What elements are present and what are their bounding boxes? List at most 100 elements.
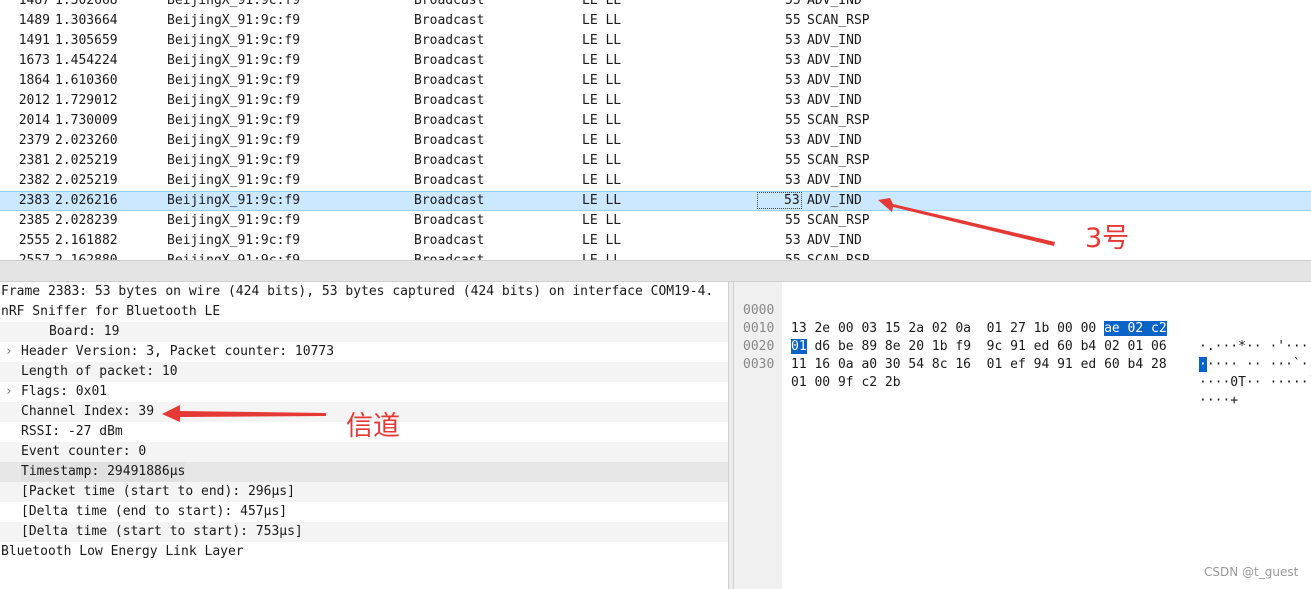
tree-item-frame[interactable]: Frame 2383: 53 bytes on wire (424 bits),… <box>0 282 728 302</box>
tree-item-header-version[interactable]: › Header Version: 3, Packet counter: 1077… <box>0 342 728 362</box>
packet-number: 2379 <box>18 133 50 148</box>
packet-protocol: LE LL <box>582 133 622 148</box>
packet-time: 2.023260 <box>55 133 118 148</box>
packet-time: 1.730009 <box>55 113 118 128</box>
packet-info: SCAN_RSP <box>807 153 870 168</box>
tree-item-label: Timestamp: 29491886µs <box>21 462 186 482</box>
hex-row[interactable]: 0030 01 00 9f c2 2b ····+ <box>734 338 1238 408</box>
packet-time: 2.026216 <box>55 193 118 208</box>
packet-length: 55 <box>785 113 801 128</box>
tree-item-packet-time[interactable]: [Packet time (start to end): 296µs] <box>0 482 728 502</box>
chevron-right-icon[interactable]: › <box>3 382 15 402</box>
hex-bytes[interactable]: 01 d6 be 89 8e 20 1b f9 9c 91 ed 60 b4 0… <box>791 338 1167 356</box>
hex-ascii[interactable]: ····+ <box>1199 392 1238 410</box>
packet-destination: Broadcast <box>414 251 484 260</box>
packet-destination: Broadcast <box>414 73 485 88</box>
tree-item-board[interactable]: Board: 19 <box>0 322 728 342</box>
packet-time: 1.610360 <box>55 73 118 88</box>
hex-ascii[interactable]: ····· ·· ···`···· <box>1199 356 1311 374</box>
packet-protocol: LE LL <box>582 33 622 48</box>
packet-row[interactable]: 2381 2.025219 BeijingX_91:9c:f9 Broadcast LE… <box>0 151 1311 171</box>
packet-length: 53 <box>785 73 801 88</box>
packet-destination: Broadcast <box>414 233 485 248</box>
packet-length: 53 <box>785 133 801 148</box>
packet-length: 55 <box>785 251 801 260</box>
hex-bytes[interactable]: 13 2e 00 03 15 2a 02 0a 01 27 1b 00 00 a… <box>791 320 1167 338</box>
tree-item-event-counter[interactable]: Event counter: 0 <box>0 442 728 462</box>
packet-destination: Broadcast <box>414 153 485 168</box>
packet-source: BeijingX_91:9c:f9 <box>167 113 301 128</box>
hex-bytes[interactable]: 01 00 9f c2 2b <box>791 374 901 392</box>
packet-destination: Broadcast <box>414 93 485 108</box>
tree-item-timestamp[interactable]: Timestamp: 29491886µs <box>0 462 728 482</box>
packet-length: 53 <box>785 93 801 108</box>
packet-length: 55 <box>785 13 801 28</box>
hex-bytes-selected: ae 02 c2 <box>1104 321 1167 336</box>
packet-protocol: LE LL <box>582 53 622 68</box>
chevron-right-icon[interactable]: › <box>3 342 15 362</box>
hex-bytes-text: d6 be 89 8e 20 1b f9 9c 91 ed 60 b4 02 0… <box>806 339 1167 354</box>
tree-item-label: Header Version: 3, Packet counter: 10773 <box>21 344 335 359</box>
hex-dump-pane[interactable]: 0000 13 2e 00 03 15 2a 02 0a 01 27 1b 00… <box>734 282 1311 589</box>
packet-number: 1864 <box>18 73 50 88</box>
packet-row-selected[interactable]: 2383 2.026216 BeijingX_91:9c:f9 Broadcast LE… <box>0 191 1311 211</box>
hex-ascii[interactable]: ·.···*·· ·'··· <box>1199 338 1309 356</box>
hex-row[interactable]: 0010 01 d6 be 89 8e 20 1b f9 9c 91 ed 60… <box>734 302 1311 372</box>
focus-outline: 53 <box>757 192 802 209</box>
packet-protocol: LE LL <box>582 93 622 108</box>
tree-item-label: Event counter: 0 <box>21 444 147 459</box>
packet-row[interactable]: 1489 1.303664 BeijingX_91:9c:f9 Broadcast LE… <box>0 11 1311 31</box>
packet-source: BeijingX_91:9c:f9 <box>167 173 301 188</box>
tree-item-label: nRF Sniffer for Bluetooth LE <box>1 304 221 319</box>
packet-number: 2555 <box>18 233 50 248</box>
packet-time: 2.025219 <box>55 153 118 168</box>
packet-row[interactable]: 2379 2.023260 BeijingX_91:9c:f9 Broadcast LE… <box>0 131 1311 151</box>
packet-length: 53 <box>785 173 801 188</box>
tree-item-label: Length of packet: 10 <box>21 364 178 379</box>
packet-row[interactable]: 2012 1.729012 BeijingX_91:9c:f9 Broadcast LE… <box>0 91 1311 111</box>
packet-row[interactable]: 1487 1.302668 BeijingX_91:9c:f9 Broadcast LE… <box>0 0 1311 11</box>
packet-destination: Broadcast <box>414 173 485 188</box>
packet-number: 2557 <box>0 251 50 260</box>
packet-number: 1673 <box>18 53 50 68</box>
packet-protocol: LE LL <box>582 251 621 260</box>
watermark: CSDN @t_guest <box>1204 565 1299 579</box>
packet-time: 2.162880 <box>55 251 118 260</box>
packet-source: BeijingX_91:9c:f9 <box>167 133 301 148</box>
packet-row[interactable]: 2382 2.025219 BeijingX_91:9c:f9 Broadcast LE… <box>0 171 1311 191</box>
hex-bytes-text: 13 2e 00 03 15 2a 02 0a 01 27 1b 00 00 <box>791 321 1105 336</box>
hex-bytes[interactable]: 11 16 0a a0 30 54 8c 16 01 ef 94 91 ed 6… <box>791 356 1167 374</box>
packet-source: BeijingX_91:9c:f9 <box>167 0 301 8</box>
packet-destination: Broadcast <box>414 113 485 128</box>
tree-item-length[interactable]: Length of packet: 10 <box>0 362 728 382</box>
tree-item-delta-start[interactable]: [Delta time (start to start): 753µs] <box>0 522 728 542</box>
hex-row[interactable]: 0000 13 2e 00 03 15 2a 02 0a 01 27 1b 00… <box>734 284 1309 354</box>
packet-length: 55 <box>785 213 801 228</box>
packet-info: SCAN_RSP <box>807 213 870 228</box>
tree-item-label: Channel Index: 39 <box>21 404 155 419</box>
packet-number: 2381 <box>18 153 50 168</box>
packet-info: SCAN_RSP <box>807 113 870 128</box>
pane-splitter[interactable] <box>0 260 1311 282</box>
packet-time: 1.305659 <box>55 33 118 48</box>
tree-item-delta-end[interactable]: [Delta time (end to start): 457µs] <box>0 502 728 522</box>
packet-row[interactable]: 1864 1.610360 BeijingX_91:9c:f9 Broadcast LE… <box>0 71 1311 91</box>
packet-time: 1.454224 <box>55 53 118 68</box>
hex-ascii[interactable]: ····0T·· ·····`·( <box>1199 374 1311 392</box>
packet-time: 2.028239 <box>55 213 118 228</box>
packet-info: ADV_IND <box>807 53 862 68</box>
tree-item-ble-link-layer[interactable]: Bluetooth Low Energy Link Layer <box>0 542 728 562</box>
packet-row[interactable]: 1491 1.305659 BeijingX_91:9c:f9 Broadcast LE… <box>0 31 1311 51</box>
tree-item-flags[interactable]: › Flags: 0x01 <box>0 382 728 402</box>
packet-row[interactable]: 1673 1.454224 BeijingX_91:9c:f9 Broadcast LE… <box>0 51 1311 71</box>
packet-length: 53 <box>785 33 801 48</box>
tree-item-nrf-sniffer[interactable]: nRF Sniffer for Bluetooth LE <box>0 302 728 322</box>
packet-source: BeijingX_91:9c:f9 <box>167 193 301 208</box>
packet-destination: Broadcast <box>414 213 485 228</box>
packet-source: BeijingX_91:9c:f9 <box>167 153 301 168</box>
packet-info: ADV_IND <box>807 73 862 88</box>
annotation-label-channel: 信道 <box>346 411 400 442</box>
hex-offset: 0030 <box>743 357 775 372</box>
hex-row[interactable]: 0020 11 16 0a a0 30 54 8c 16 01 ef 94 91… <box>734 320 1311 390</box>
packet-row[interactable]: 2014 1.730009 BeijingX_91:9c:f9 Broadcast LE… <box>0 111 1311 131</box>
